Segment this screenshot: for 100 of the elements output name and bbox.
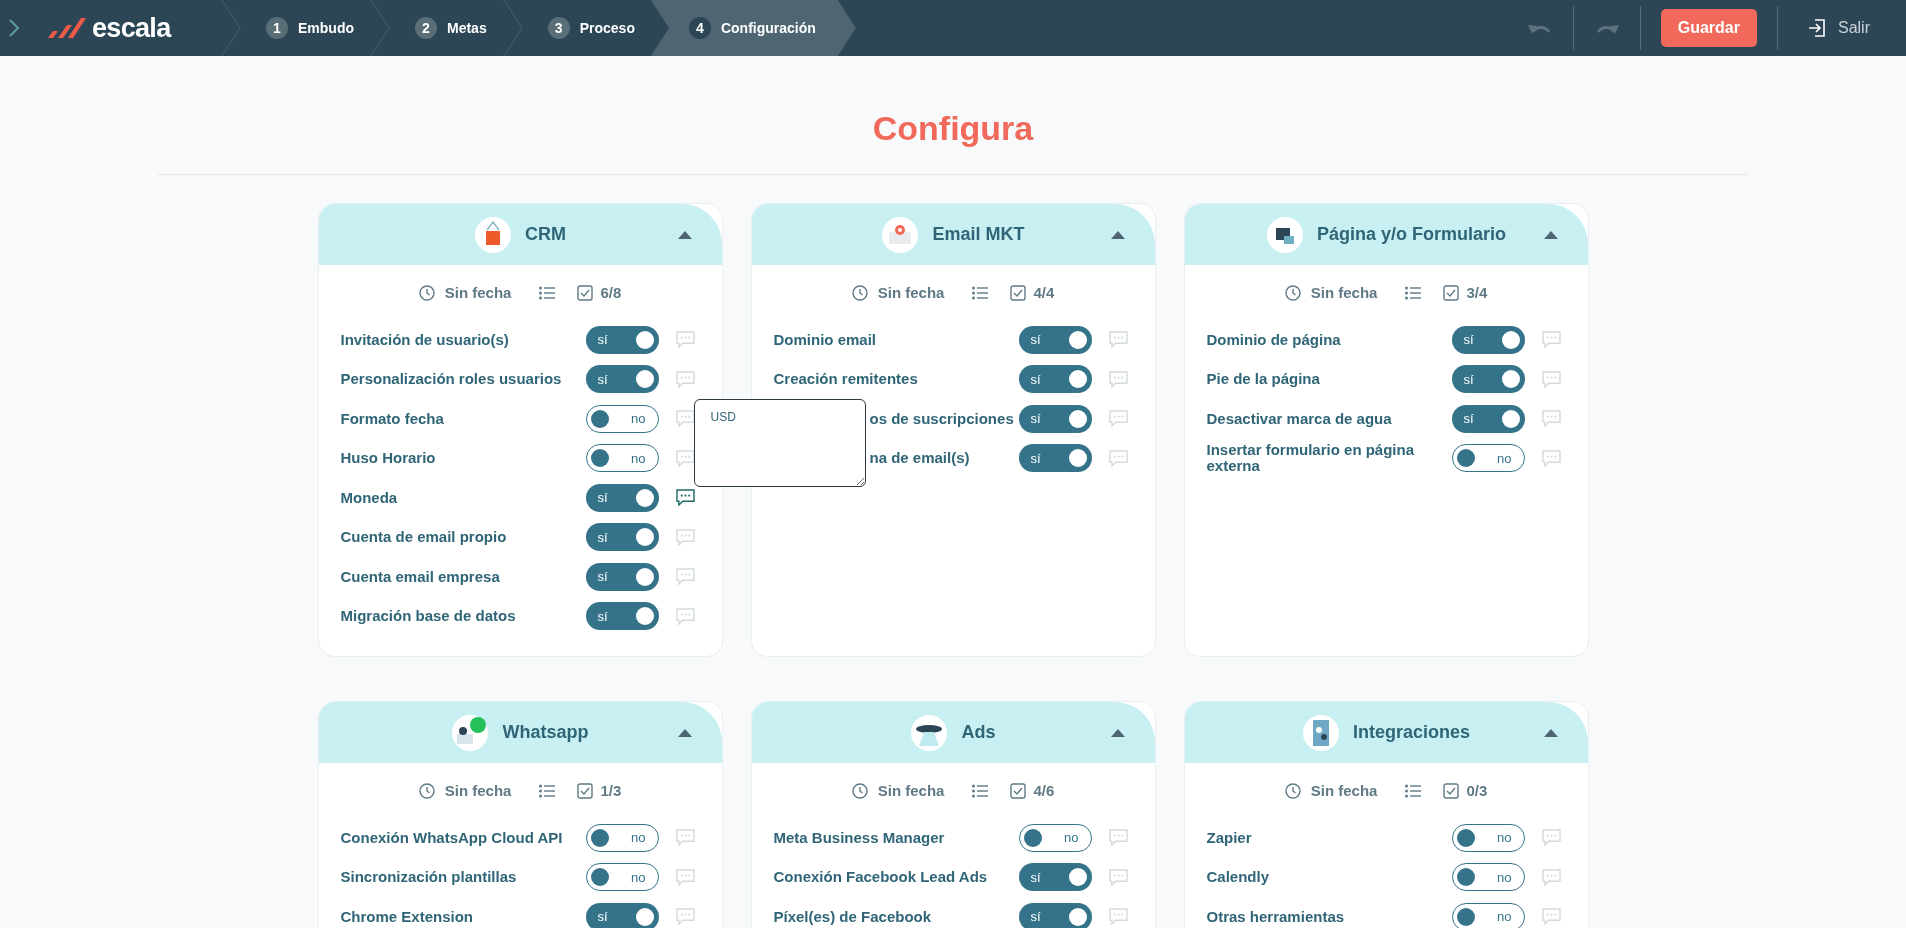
setting-label: Cuenta email empresa <box>340 568 501 585</box>
list-icon[interactable] <box>539 286 556 300</box>
comment-icon[interactable] <box>675 489 695 507</box>
toggle-switch[interactable]: sí <box>1018 863 1092 892</box>
chevron-divider-icon <box>370 0 390 56</box>
setting-label: Meta Business Manager <box>773 829 946 846</box>
toggle-switch[interactable]: no <box>1451 863 1525 892</box>
toggle-switch[interactable]: no <box>585 404 659 433</box>
page-title: Configura <box>872 108 1034 149</box>
setting-label: os de suscripciones <box>868 410 1015 427</box>
setting-label: Invitación de usuario(s) <box>340 331 510 348</box>
setting-label: Huso Horario <box>340 450 437 467</box>
chevron-divider-icon <box>221 0 241 56</box>
collapse-caret-icon[interactable] <box>677 729 692 737</box>
comment-field[interactable]: USD <box>693 399 866 487</box>
section-icon <box>1265 215 1304 254</box>
card-title: Ads <box>961 721 996 744</box>
step-tab[interactable]: 4 Configuración <box>650 0 856 56</box>
toggle-switch[interactable]: sí <box>1018 404 1092 433</box>
toggle-switch[interactable]: no <box>1451 444 1525 473</box>
toggle-switch[interactable]: sí <box>1451 365 1525 394</box>
toggle-switch[interactable]: no <box>1018 823 1092 852</box>
progress-count: 4/6 <box>1033 780 1055 801</box>
toggle-switch[interactable]: no <box>585 823 659 852</box>
date-text: Sin fecha <box>877 282 945 303</box>
date-text: Sin fecha <box>1310 282 1378 303</box>
toggle-switch[interactable]: sí <box>585 602 659 631</box>
toggle-switch[interactable]: no <box>1451 823 1525 852</box>
toggle-switch[interactable]: sí <box>1018 365 1092 394</box>
toggle-switch[interactable]: sí <box>1451 404 1525 433</box>
setting-label: Insertar formulario en página externa <box>1206 442 1416 475</box>
setting-label: Dominio de página <box>1206 331 1342 348</box>
section-icon <box>451 713 490 752</box>
progress-count: 1/3 <box>600 780 622 801</box>
toggle-switch[interactable]: sí <box>585 325 659 354</box>
card-title: Página y/o Formulario <box>1316 223 1506 246</box>
clock-icon <box>418 783 435 799</box>
toggle-switch[interactable]: sí <box>585 902 659 928</box>
list-icon[interactable] <box>972 286 989 300</box>
date-text: Sin fecha <box>444 780 512 801</box>
list-icon[interactable] <box>539 784 556 798</box>
card-header[interactable]: Whatsapp <box>318 702 722 763</box>
setting-label: Otras herramientas <box>1206 908 1346 925</box>
collapse-caret-icon[interactable] <box>1110 231 1125 239</box>
clock-icon <box>1284 783 1301 799</box>
collapse-caret-icon[interactable] <box>1110 729 1125 737</box>
checkbox-icon <box>1443 783 1460 799</box>
section-icon <box>881 215 920 254</box>
checkbox-icon <box>577 783 594 799</box>
collapse-caret-icon[interactable] <box>1543 729 1558 737</box>
step-tab[interactable]: 2 Metas <box>390 0 503 56</box>
exit-icon[interactable] <box>1808 19 1826 37</box>
clock-icon <box>418 285 435 301</box>
setting-label: Dominio email <box>773 331 878 348</box>
step-tab[interactable]: 3 Proceso <box>522 0 651 56</box>
collapse-caret-icon[interactable] <box>677 231 692 239</box>
exit-link[interactable]: Salir <box>1838 16 1870 40</box>
section-icon <box>474 215 512 254</box>
setting-label: Chrome Extension <box>340 908 475 925</box>
toggle-switch[interactable]: no <box>585 444 659 473</box>
setting-label: Conexión Facebook Lead Ads <box>773 869 989 886</box>
toggle-switch[interactable]: sí <box>1451 325 1525 354</box>
setting-label: na de email(s) <box>868 450 971 467</box>
logo-text: escala <box>92 11 171 45</box>
section-icon <box>1301 713 1340 752</box>
toggle-switch[interactable]: sí <box>585 483 659 512</box>
toggle-switch[interactable]: sí <box>1018 902 1092 928</box>
list-icon[interactable] <box>972 784 989 798</box>
checkbox-icon <box>1010 285 1027 301</box>
card-header[interactable]: Ads <box>751 702 1155 763</box>
toggle-switch[interactable]: sí <box>1018 325 1092 354</box>
save-button[interactable]: Guardar <box>1660 9 1757 47</box>
setting-label: Sincronización plantillas <box>340 869 518 886</box>
setting-label: Pie de la página <box>1206 371 1321 388</box>
card-title: Integraciones <box>1352 721 1470 744</box>
card-header[interactable]: Página y/o Formulario <box>1184 204 1588 265</box>
setting-label: Moneda <box>340 489 399 506</box>
card-title: Email MKT <box>932 223 1025 246</box>
card-header[interactable]: Email MKT <box>751 204 1155 265</box>
checkbox-icon <box>577 285 594 301</box>
progress-count: 6/8 <box>600 282 622 303</box>
list-icon[interactable] <box>1405 784 1422 798</box>
clock-icon <box>1284 285 1301 301</box>
progress-count: 3/4 <box>1466 282 1488 303</box>
list-icon[interactable] <box>1405 286 1422 300</box>
collapse-caret-icon[interactable] <box>1543 231 1558 239</box>
card-header[interactable]: CRM <box>318 204 722 265</box>
toggle-switch[interactable]: no <box>585 863 659 892</box>
step-tab[interactable]: 1 Embudo <box>241 0 370 56</box>
setting-label: Cuenta de email propio <box>340 529 508 546</box>
expand-icon[interactable] <box>8 18 20 38</box>
toggle-switch[interactable]: sí <box>1018 444 1092 473</box>
logo-bars-icon <box>46 16 86 40</box>
checkbox-icon <box>1010 783 1027 799</box>
toggle-switch[interactable]: sí <box>585 562 659 591</box>
date-text: Sin fecha <box>1310 780 1378 801</box>
toggle-switch[interactable]: sí <box>585 365 659 394</box>
toggle-switch[interactable]: sí <box>585 523 659 552</box>
card-header[interactable]: Integraciones <box>1184 702 1588 763</box>
toggle-switch[interactable]: no <box>1451 902 1525 928</box>
